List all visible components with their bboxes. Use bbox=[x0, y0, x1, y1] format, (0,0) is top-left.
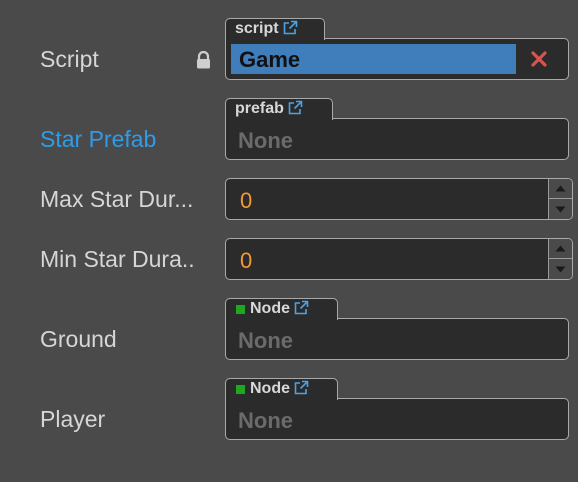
step-down-button[interactable] bbox=[549, 259, 572, 279]
script-type-tag: script bbox=[225, 18, 325, 40]
min-star-duration-value: 0 bbox=[240, 248, 253, 273]
external-link-icon[interactable] bbox=[287, 100, 303, 116]
external-link-icon[interactable] bbox=[282, 20, 298, 36]
player-field[interactable]: None bbox=[225, 398, 569, 440]
close-icon[interactable] bbox=[530, 50, 548, 68]
step-down-button[interactable] bbox=[549, 199, 572, 219]
script-value: Game bbox=[239, 47, 301, 72]
ground-field[interactable]: None bbox=[225, 318, 569, 360]
min-star-duration-label: Min Star Dura.. bbox=[40, 246, 195, 272]
step-up-button[interactable] bbox=[549, 179, 572, 199]
properties-panel: Script script Game Star Prefab prefab No… bbox=[0, 0, 578, 482]
ground-tag-label: Node bbox=[250, 300, 290, 317]
triangle-up-icon bbox=[555, 245, 566, 252]
ground-label: Ground bbox=[40, 326, 117, 352]
player-node-tag: Node bbox=[225, 378, 338, 400]
triangle-down-icon bbox=[555, 266, 566, 272]
max-star-duration-input[interactable]: 0 bbox=[225, 178, 573, 220]
script-value-selection[interactable]: Game bbox=[231, 44, 516, 74]
script-field[interactable]: Game bbox=[225, 38, 569, 80]
node-icon bbox=[236, 305, 245, 314]
max-star-duration-stepper[interactable] bbox=[548, 179, 572, 219]
ground-value: None bbox=[238, 328, 293, 353]
node-icon bbox=[236, 385, 245, 394]
triangle-down-icon bbox=[555, 206, 566, 212]
lock-icon bbox=[197, 51, 210, 69]
ground-node-tag: Node bbox=[225, 298, 338, 320]
star-prefab-label: Star Prefab bbox=[40, 126, 157, 152]
min-star-duration-stepper[interactable] bbox=[548, 239, 572, 279]
player-tag-label: Node bbox=[250, 380, 290, 397]
script-label: Script bbox=[40, 46, 99, 72]
max-star-duration-label: Max Star Dur... bbox=[40, 186, 194, 212]
external-link-icon[interactable] bbox=[293, 380, 309, 396]
player-value: None bbox=[238, 408, 293, 433]
prefab-tag-label: prefab bbox=[235, 100, 284, 117]
script-tag-label: script bbox=[235, 20, 279, 37]
star-prefab-value: None bbox=[238, 128, 293, 153]
star-prefab-field[interactable]: None bbox=[225, 118, 569, 160]
step-up-button[interactable] bbox=[549, 239, 572, 259]
triangle-up-icon bbox=[555, 185, 566, 192]
min-star-duration-input[interactable]: 0 bbox=[225, 238, 573, 280]
external-link-icon[interactable] bbox=[293, 300, 309, 316]
player-label: Player bbox=[40, 406, 106, 432]
max-star-duration-value: 0 bbox=[240, 188, 253, 213]
prefab-type-tag: prefab bbox=[225, 98, 333, 120]
